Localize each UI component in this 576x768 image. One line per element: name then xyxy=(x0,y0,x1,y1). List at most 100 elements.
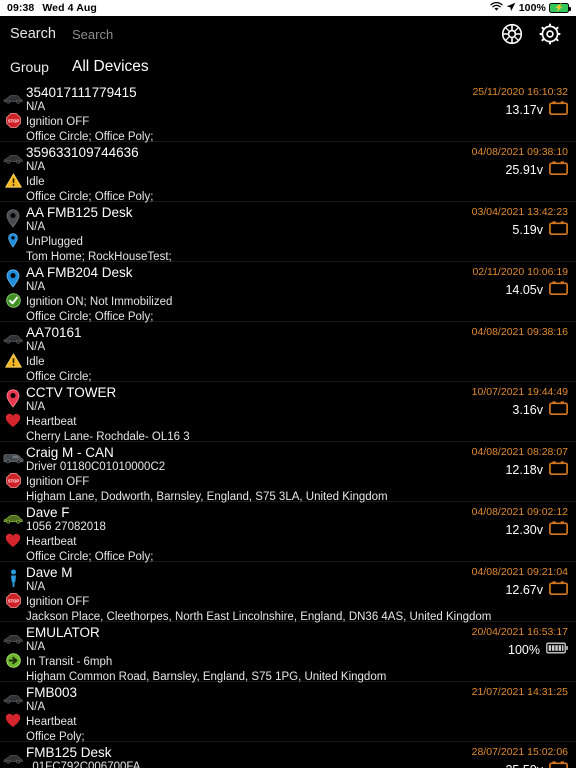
car-battery-icon xyxy=(549,460,568,480)
device-voltage: 13.17v xyxy=(505,103,543,117)
device-timestamp: 04/08/2021 09:02:12 xyxy=(471,506,568,518)
car-green-icon xyxy=(3,511,23,525)
device-power: 25.50v xyxy=(472,760,568,768)
device-icons xyxy=(0,682,26,742)
device-timestamp: 10/07/2021 19:44:49 xyxy=(471,386,568,398)
device-icons: STOP xyxy=(0,442,26,502)
car-battery-icon xyxy=(549,520,568,540)
globe-icon[interactable] xyxy=(500,22,524,46)
device-icons: STOP xyxy=(0,742,26,768)
device-timestamp: 03/04/2021 13:42:23 xyxy=(471,206,568,218)
device-power: 12.30v xyxy=(472,520,568,540)
ios-status-bar: 09:38 Wed 4 Aug 100% ⚡ xyxy=(0,0,576,16)
device-row[interactable]: Dave F 1056 27082018 Heartbeat Office Circl… xyxy=(0,502,576,563)
device-voltage: 12.67v xyxy=(505,583,543,597)
device-row[interactable]: FMB003 N/A Heartbeat Office Poly; 21/07/2021… xyxy=(0,682,576,743)
map-pin-blue-icon xyxy=(6,268,20,288)
device-meta: 20/04/2021 16:53:17 100% xyxy=(472,625,568,658)
device-row[interactable]: 359633109744636 N/A Idle Office Circle; Off… xyxy=(0,142,576,203)
device-icons xyxy=(0,142,26,202)
stop-sign-icon: STOP xyxy=(5,472,21,488)
car-battery-icon xyxy=(549,160,568,180)
top-bar: Search Search Group All Devices xyxy=(0,16,576,82)
device-meta: 25/11/2020 16:10:32 13.17v xyxy=(472,85,568,118)
device-meta: 04/08/2021 08:28:07 12.18v xyxy=(472,445,568,478)
device-icons xyxy=(0,322,26,382)
device-timestamp: 04/08/2021 09:38:10 xyxy=(471,146,568,158)
device-timestamp: 28/07/2021 15:02:06 xyxy=(471,746,568,758)
green-arrow-icon xyxy=(5,652,21,668)
device-power: 3.16v xyxy=(472,400,568,418)
battery-percent: 100% xyxy=(518,2,546,14)
device-status-text: Heartbeat xyxy=(26,716,77,728)
car-battery-icon xyxy=(549,760,568,768)
device-meta: 10/07/2021 19:44:49 3.16v xyxy=(472,385,568,418)
device-row[interactable]: AA FMB204 Desk N/A Ignition ON; Not Immobi… xyxy=(0,262,576,323)
device-icons xyxy=(0,502,26,562)
device-row[interactable]: STOP Craig M - CAN Driver 01180C01010000C2… xyxy=(0,442,576,503)
green-check-icon xyxy=(5,292,21,308)
device-voltage: 12.18v xyxy=(505,463,543,477)
device-row[interactable]: CCTV TOWER N/A Heartbeat Cherry Lane- Rochd… xyxy=(0,382,576,443)
device-meta: 21/07/2021 14:31:25 xyxy=(472,685,568,700)
car-battery-icon xyxy=(549,580,568,600)
device-row[interactable]: STOP 354017111779415 N/A Ignition OFF Office… xyxy=(0,82,576,143)
device-power: 5.19v xyxy=(472,220,568,238)
device-meta: 03/04/2021 13:42:23 5.19v xyxy=(472,205,568,238)
device-row[interactable]: EMULATOR N/A In Transit - 6mph Higham Commo… xyxy=(0,622,576,683)
device-list[interactable]: STOP 354017111779415 N/A Ignition OFF Office… xyxy=(0,82,576,768)
car-dark-icon xyxy=(3,91,23,105)
heart-icon xyxy=(5,412,21,428)
search-row: Search xyxy=(10,16,566,52)
car-dark-icon xyxy=(3,151,23,165)
device-row[interactable]: STOPFMB125 Desk_01FC792C006700FA28/07/20… xyxy=(0,742,576,768)
device-icons xyxy=(0,262,26,322)
warning-triangle-icon xyxy=(4,172,22,188)
device-row[interactable]: AA70161 N/A Idle Office Circle; 04/08/2021 0… xyxy=(0,322,576,383)
device-meta: 28/07/2021 15:02:06 25.50v xyxy=(472,745,568,768)
battery-charging-icon: ⚡ xyxy=(549,3,571,13)
stop-sign-icon: STOP xyxy=(5,112,21,128)
device-timestamp: 04/08/2021 09:21:04 xyxy=(471,566,568,578)
search-input[interactable] xyxy=(68,26,500,42)
warning-triangle-icon xyxy=(4,352,22,368)
svg-text:STOP: STOP xyxy=(7,478,19,483)
svg-text:STOP: STOP xyxy=(7,118,19,123)
status-date: Wed 4 Aug xyxy=(42,2,97,14)
map-pin-blue-small-icon xyxy=(8,232,18,248)
device-voltage: 12.30v xyxy=(505,523,543,537)
person-blue-icon xyxy=(9,569,18,587)
car-dark-icon xyxy=(3,751,23,765)
device-icons xyxy=(0,202,26,262)
group-value[interactable]: All Devices xyxy=(72,58,149,76)
device-row[interactable]: AA FMB125 Desk N/A UnPlugged Tom Home; Rock… xyxy=(0,202,576,263)
device-subtitle: N/A xyxy=(26,341,46,353)
status-time: 09:38 xyxy=(7,2,35,14)
device-timestamp: 21/07/2021 14:31:25 xyxy=(471,686,568,698)
group-row[interactable]: Group All Devices xyxy=(10,52,566,82)
device-row[interactable]: STOP Dave M N/A Ignition OFF Jackson Place, … xyxy=(0,562,576,623)
device-timestamp: 04/08/2021 09:38:16 xyxy=(471,326,568,338)
battery-bars-icon xyxy=(546,641,568,659)
gear-icon[interactable] xyxy=(538,22,562,46)
device-status-text: Idle xyxy=(26,356,45,368)
car-dark-icon xyxy=(3,631,23,645)
car-battery-icon xyxy=(549,100,568,120)
device-timestamp: 20/04/2021 16:53:17 xyxy=(471,626,568,638)
device-power: 100% xyxy=(472,642,568,658)
device-icons: STOP xyxy=(0,82,26,142)
car-battery-icon xyxy=(549,280,568,300)
van-icon xyxy=(3,451,24,465)
device-timestamp: 04/08/2021 08:28:07 xyxy=(471,446,568,458)
device-icons xyxy=(0,622,26,682)
device-power: 14.05v xyxy=(472,280,568,300)
device-power: 12.67v xyxy=(472,580,568,600)
map-pin-gray-icon xyxy=(6,208,20,228)
device-meta: 02/11/2020 10:06:19 14.05v xyxy=(472,265,568,298)
device-voltage: 14.05v xyxy=(505,283,543,297)
car-dark-icon xyxy=(3,331,23,345)
device-voltage: 100% xyxy=(508,643,540,657)
device-power: 12.18v xyxy=(472,460,568,480)
device-voltage: 3.16v xyxy=(512,403,543,417)
device-timestamp: 02/11/2020 10:06:19 xyxy=(472,266,568,278)
